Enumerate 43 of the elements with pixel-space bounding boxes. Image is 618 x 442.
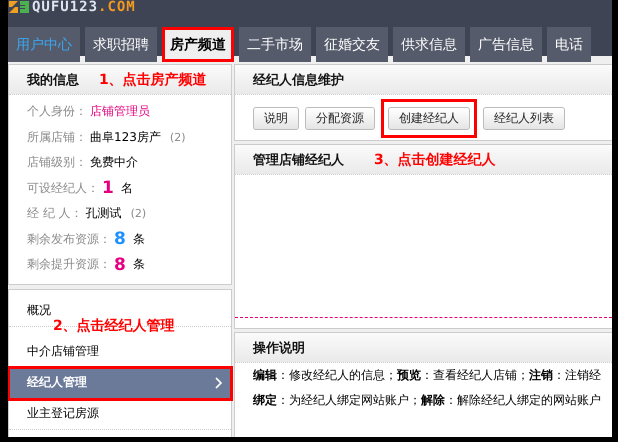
- action-button[interactable]: 说明: [253, 107, 299, 130]
- nav-tab[interactable]: 房产频道: [162, 27, 234, 62]
- count-unit: 名: [120, 180, 133, 197]
- info-value: 曲阜123房产: [90, 128, 161, 146]
- chevron-icon: [215, 376, 223, 388]
- panel-title: 经纪人信息维护: [253, 72, 344, 88]
- nav-tab[interactable]: 广告信息: [470, 27, 542, 62]
- nav-tab[interactable]: 求职招聘: [85, 27, 157, 62]
- menu-item[interactable]: 业主登记房源: [9, 398, 231, 430]
- menu-item[interactable]: 经纪人管理: [9, 368, 231, 398]
- panel-title: 操作说明: [253, 340, 305, 356]
- info-label: 剩余提升资源：: [27, 256, 111, 274]
- nav-tab[interactable]: 电话: [547, 27, 591, 62]
- action-button[interactable]: 经纪人列表: [483, 107, 565, 130]
- action-button[interactable]: 创建经纪人: [381, 99, 477, 138]
- site-logo[interactable]: QUFU123.COM: [32, 0, 136, 15]
- panel-title: 我的信息: [27, 72, 79, 88]
- info-value: 店铺管理员: [90, 103, 150, 120]
- nav-tab[interactable]: 供求信息: [393, 27, 465, 62]
- annotation: 3、点击创建经纪人: [374, 150, 496, 168]
- annotation: 1、点击房产频道: [99, 70, 207, 88]
- nav-tab[interactable]: 征婚交友: [316, 27, 388, 62]
- info-value: 免费中介: [90, 154, 138, 172]
- count-number: 1: [102, 178, 114, 198]
- info-label: 店铺级别：: [27, 154, 87, 172]
- count-note: (2): [170, 130, 186, 144]
- help-text: 绑定：为经纪人绑定网站账户；解除：解除经纪人绑定的网站账户: [252, 392, 602, 409]
- logo-icon: [8, 0, 30, 15]
- count-number: 8: [114, 229, 126, 250]
- info-label: 经 纪 人：: [27, 205, 83, 222]
- info-label: 所属店铺：: [27, 128, 87, 146]
- info-value: 孔测试: [86, 205, 122, 222]
- help-text: 编辑：修改经纪人的信息；预览：查看经纪人店铺；注销：注销经: [252, 367, 602, 384]
- count-note: (2): [130, 207, 146, 220]
- nav-tab[interactable]: 二手市场: [239, 27, 311, 62]
- action-button[interactable]: 分配资源: [305, 107, 375, 130]
- panel-title: 管理店铺经纪人: [253, 152, 344, 168]
- count-unit: 条: [132, 230, 145, 248]
- info-label: 剩余发布资源：: [27, 230, 111, 248]
- count-number: 8: [114, 254, 126, 275]
- info-label: 可设经纪人：: [27, 180, 99, 197]
- count-unit: 条: [132, 256, 145, 274]
- info-label: 个人身份：: [27, 103, 87, 120]
